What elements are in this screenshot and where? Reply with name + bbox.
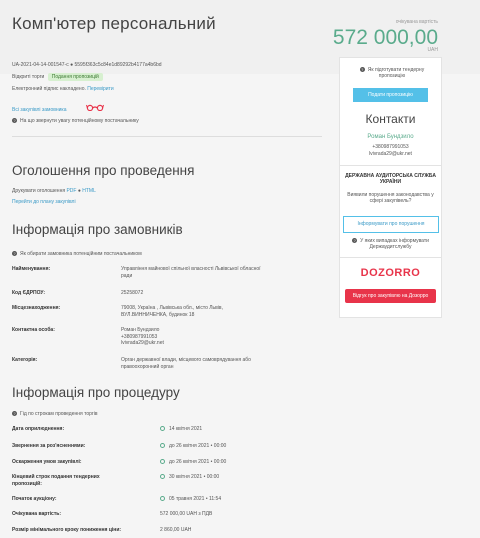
- submit-proposal-button[interactable]: Подати пропозицію: [353, 88, 428, 102]
- customer-name-label: Найменування:: [12, 266, 51, 272]
- question-icon: ?: [12, 118, 17, 123]
- audit-service-title: ДЕРЖАВНА АУДИТОРСЬКА СЛУЖБА УКРАЇНИ: [345, 173, 436, 185]
- procurement-plan-link[interactable]: Перейти до плану закупівлі: [12, 199, 76, 205]
- sidebar-divider: [340, 165, 441, 166]
- report-violation-button[interactable]: Інформувати про порушення: [343, 216, 439, 233]
- customer-hint[interactable]: ? Як обирати замовника потенційним постач…: [12, 251, 142, 257]
- edrpou-label: Код ЄДРПОУ:: [12, 290, 46, 296]
- contact-email[interactable]: lvivrada29@ukr.net: [340, 151, 441, 157]
- signature-label: Електронний підпис накладено.: [12, 86, 86, 92]
- dozorro-review-button[interactable]: Відгук про закупівлю на Дозорро: [345, 289, 436, 303]
- publication-date-value: 14 квітня 2021: [160, 426, 202, 433]
- supplier-attention-hint[interactable]: ? На що звернути увагу потенційному поста…: [12, 118, 139, 124]
- verify-signature-link[interactable]: Перевірити: [87, 86, 113, 92]
- prepare-hint-text: Як підготувати тендерну пропозицію: [367, 67, 425, 79]
- auction-start-label: Початок аукціону:: [12, 496, 57, 502]
- clarification-label: Звернення за роз'ясненнями:: [12, 443, 86, 449]
- location-label: Місцезнаходження:: [12, 305, 61, 311]
- expected-value-value: 572 000,00 UAH з ПДВ: [160, 511, 213, 517]
- clock-icon: [160, 426, 165, 432]
- status-badge: Подання пропозицій: [47, 73, 103, 81]
- contact-person-label: Контактна особа:: [12, 327, 55, 333]
- page: Комп'ютер персональний очікувана вартіст…: [0, 0, 480, 538]
- announcement-title: Оголошення про проведення: [12, 163, 195, 178]
- divider: [12, 136, 322, 137]
- glasses-icon: [86, 104, 104, 111]
- supplier-attention-text: На що звернути увагу потенційному постач…: [20, 118, 139, 124]
- procedure-status-row: Відкриті торги Подання пропозицій: [12, 73, 103, 81]
- auction-start-value: 05 травня 2021 • 11:54: [160, 496, 221, 503]
- min-step-value: 2 860,00 UAH: [160, 527, 192, 533]
- contact-phone[interactable]: +380987991053: [340, 144, 441, 150]
- contacts-title: Контакти: [365, 112, 416, 126]
- category-label: Категорія:: [12, 357, 38, 363]
- audit-hint-text: У яких випадках інформувати Держаудитслу…: [360, 238, 429, 250]
- clock-icon: [160, 459, 165, 465]
- question-icon: ?: [12, 251, 17, 256]
- question-icon: ?: [352, 238, 358, 243]
- prepare-proposal-hint[interactable]: ? Як підготувати тендерну пропозицію: [348, 67, 436, 79]
- expected-value-label: Очікувана вартість:: [12, 511, 62, 517]
- complaint-label: Оскарження умов закупівлі:: [12, 459, 82, 465]
- audit-question: Виявили порушення законодавства у сфері …: [347, 192, 434, 204]
- location-value: 79008, Україна , Львівська обл., місто Л…: [121, 305, 223, 318]
- question-icon: ?: [359, 67, 365, 72]
- contact-name: Роман Бундзило: [367, 134, 414, 140]
- print-pdf-link[interactable]: PDF: [66, 188, 76, 194]
- clock-icon: [160, 443, 165, 449]
- category-value: Орган державної влади, місцевого самовря…: [121, 357, 251, 370]
- signature-row: Електронний підпис накладено. Перевірити: [12, 86, 114, 92]
- procedure-section-title: Інформація про процедуру: [12, 385, 180, 400]
- dozorro-logo: DOZORRO: [360, 267, 421, 279]
- customer-hint-text: Як обирати замовника потенційним постача…: [20, 251, 142, 257]
- procedure-hint[interactable]: ? Гід по строкам проведення торгів: [12, 411, 98, 417]
- procedure-hint-text: Гід по строкам проведення торгів: [20, 411, 98, 417]
- sidebar-panel: ? Як підготувати тендерну пропозицію Пода…: [339, 57, 442, 318]
- audit-hint[interactable]: ? У яких випадках інформувати Держаудитсл…: [344, 238, 437, 250]
- print-label: Друкувати оголошення: [12, 188, 66, 194]
- tender-id: UA-2021-04-14-001547-c ● 5595f363c5c84e1…: [12, 62, 162, 68]
- clarification-value: до 26 квітня 2021 • 00:00: [160, 443, 226, 450]
- submission-deadline-label: Кінцевий строк подання тендерних пропози…: [12, 474, 100, 487]
- print-html-link[interactable]: HTML: [82, 188, 96, 194]
- page-title: Комп'ютер персональний: [12, 14, 216, 33]
- clock-icon: [160, 496, 165, 502]
- contact-person-value: Роман Бундзило +380987991053 lvivrada29@…: [121, 327, 164, 346]
- edrpou-value: 25258072: [121, 290, 144, 296]
- min-step-label: Розмір мінімального кроку пониження ціни…: [12, 527, 122, 533]
- price-currency: UAH: [427, 47, 438, 53]
- customer-name-value: Управління майнової спільної власності Л…: [121, 266, 261, 279]
- submission-deadline-value: 30 квітня 2021 • 00:00: [160, 474, 219, 481]
- procedure-type: Відкриті торги: [12, 74, 45, 80]
- publication-date-label: Дата оприлюднення:: [12, 426, 65, 432]
- print-announcement-row: Друкувати оголошення PDF ● HTML: [12, 188, 96, 194]
- customer-section-title: Інформація про замовників: [12, 222, 183, 237]
- price-label: очікувана вартість: [395, 19, 438, 25]
- expected-price: 572 000,00: [332, 26, 438, 49]
- clock-icon: [160, 474, 165, 480]
- all-purchases-link[interactable]: Всі закупівлі замовника: [12, 107, 67, 113]
- complaint-value: до 26 квітня 2021 • 00:00: [160, 459, 226, 466]
- sidebar-divider: [340, 257, 441, 258]
- question-icon: ?: [12, 411, 17, 416]
- bullet-separator: ●: [77, 188, 81, 194]
